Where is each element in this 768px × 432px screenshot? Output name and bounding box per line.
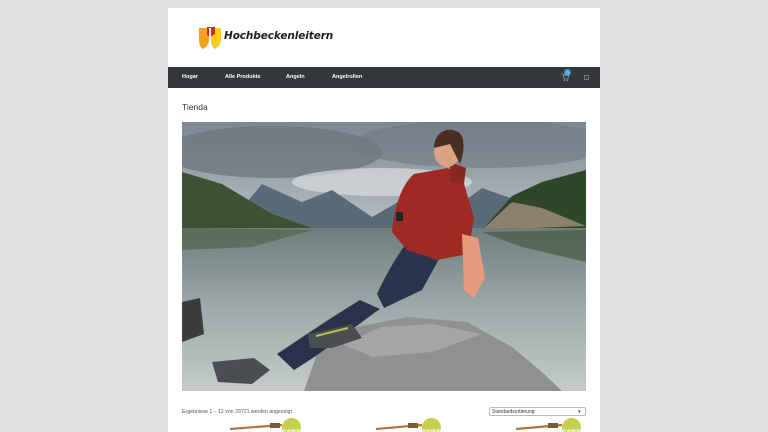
nav-item-angeln[interactable]: Angeln (286, 67, 305, 88)
nav-item-angelrollen[interactable]: Angelrollen (332, 67, 362, 88)
product-card[interactable]: Angebot! (222, 418, 302, 432)
nav-item-hogar[interactable]: Hogar (182, 67, 198, 88)
logo-icon[interactable] (198, 26, 222, 50)
main-nav: Hogar Alle Produkte Angeln Angelrollen 0 (168, 67, 600, 88)
hero-image (182, 122, 586, 391)
product-card[interactable]: Angebot! (502, 418, 582, 432)
site-title[interactable]: Hochbeckenleitern (224, 30, 333, 42)
results-count: Ergebnisse 1 – 12 von 29721 werden angez… (182, 409, 292, 415)
sale-badge: Angebot! (562, 418, 581, 432)
search-icon[interactable] (584, 75, 589, 80)
nav-item-alle-produkte[interactable]: Alle Produkte (225, 67, 260, 88)
product-card[interactable]: Angebot! (362, 418, 442, 432)
sale-badge: Angebot! (282, 418, 301, 432)
page-title: Tienda (182, 102, 208, 112)
sort-select[interactable]: Standardsortierung (489, 407, 586, 416)
site-header: Hochbeckenleitern (168, 8, 600, 67)
sale-badge: Angebot! (422, 418, 441, 432)
page-container: Hochbeckenleitern Hogar Alle Produkte An… (168, 8, 600, 432)
cart-count-badge: 0 (564, 69, 571, 76)
